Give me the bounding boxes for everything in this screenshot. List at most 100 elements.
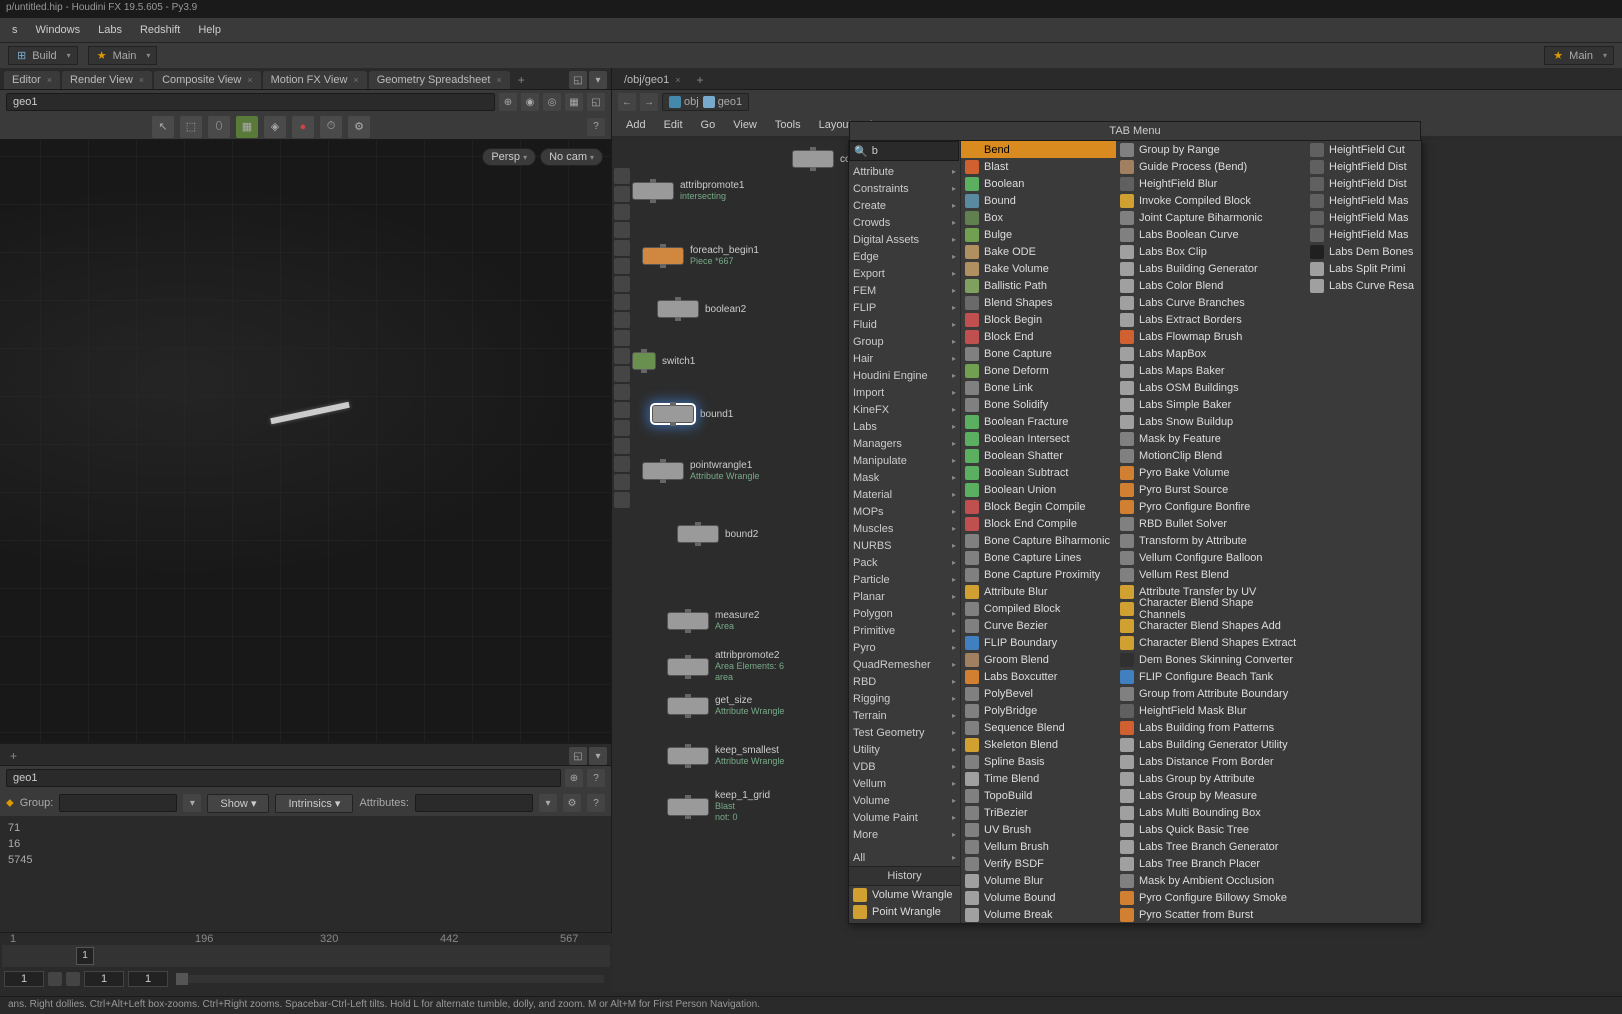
operator-item[interactable]: Bake ODE: [961, 243, 1116, 260]
category-item[interactable]: Constraints: [849, 180, 960, 197]
operator-item[interactable]: HeightField Mask Blur: [1116, 702, 1306, 719]
operator-item[interactable]: HeightField Cut: [1306, 141, 1421, 158]
close-icon[interactable]: ×: [47, 75, 52, 85]
operator-item[interactable]: Boolean Fracture: [961, 413, 1116, 430]
operator-item[interactable]: HeightField Dist: [1306, 175, 1421, 192]
operator-item[interactable]: TopoBuild: [961, 787, 1116, 804]
main-right-dropdown[interactable]: ★Main: [1544, 46, 1614, 65]
operator-item[interactable]: Boolean Shatter: [961, 447, 1116, 464]
operator-item[interactable]: Character Blend Shape Channels: [1116, 600, 1306, 617]
pane-menu-icon[interactable]: ▾: [589, 71, 607, 89]
pen-icon[interactable]: [614, 366, 630, 382]
operator-item[interactable]: Labs Color Blend: [1116, 277, 1306, 294]
operator-item[interactable]: Labs Building from Patterns: [1116, 719, 1306, 736]
tab-composite[interactable]: Composite View×: [154, 71, 261, 89]
operator-item[interactable]: Bake Volume: [961, 260, 1116, 277]
category-item[interactable]: Polygon: [849, 605, 960, 622]
operator-item[interactable]: Groom Blend: [961, 651, 1116, 668]
sticky-icon[interactable]: [614, 204, 630, 220]
category-item[interactable]: More: [849, 826, 960, 843]
operator-item[interactable]: Labs Snow Buildup: [1116, 413, 1306, 430]
category-item[interactable]: Volume Paint: [849, 809, 960, 826]
category-item[interactable]: NURBS: [849, 537, 960, 554]
operator-item[interactable]: Bone Link: [961, 379, 1116, 396]
category-item[interactable]: Volume: [849, 792, 960, 809]
light-icon[interactable]: ◎: [543, 93, 561, 111]
camera-icon[interactable]: ◉: [521, 93, 539, 111]
net-menu-tools[interactable]: Tools: [767, 116, 809, 134]
table-row[interactable]: 71: [8, 820, 603, 836]
operator-item[interactable]: Compiled Block: [961, 600, 1116, 617]
category-item[interactable]: Pack: [849, 554, 960, 571]
category-item[interactable]: Edge: [849, 248, 960, 265]
tab-motionfx[interactable]: Motion FX View×: [263, 71, 367, 89]
align-icon[interactable]: [614, 312, 630, 328]
menu-help[interactable]: Help: [190, 21, 229, 39]
operator-item[interactable]: Bone Capture Biharmonic: [961, 532, 1116, 549]
comment-icon[interactable]: [614, 276, 630, 292]
tab-geoss[interactable]: Geometry Spreadsheet×: [369, 71, 510, 89]
ss-maximize-icon[interactable]: ◱: [569, 747, 587, 765]
history-item[interactable]: Volume Wrangle: [849, 886, 960, 903]
operator-item[interactable]: Bound: [961, 192, 1116, 209]
record-icon[interactable]: ●: [292, 116, 314, 138]
table-row[interactable]: 16: [8, 836, 603, 852]
operator-item[interactable]: Pyro Configure Bonfire: [1116, 498, 1306, 515]
operator-item[interactable]: Time Blend: [961, 770, 1116, 787]
operator-item[interactable]: Labs Tree Branch Generator: [1116, 838, 1306, 855]
operator-item[interactable]: HeightField Blur: [1116, 175, 1306, 192]
snapshot-icon[interactable]: ◱: [587, 93, 605, 111]
operator-item[interactable]: HeightField Mas: [1306, 192, 1421, 209]
operator-item[interactable]: Curve Bezier: [961, 617, 1116, 634]
help-icon[interactable]: ?: [587, 118, 605, 136]
operator-item[interactable]: Labs Building Generator: [1116, 260, 1306, 277]
find-icon[interactable]: [614, 402, 630, 418]
operator-item[interactable]: Dem Bones Skinning Converter: [1116, 651, 1306, 668]
node[interactable]: keep_1_gridBlastnot: 0: [667, 790, 770, 823]
build-dropdown[interactable]: ⊞Build: [8, 46, 78, 65]
operator-item[interactable]: HeightField Dist: [1306, 158, 1421, 175]
operator-item[interactable]: Labs Curve Branches: [1116, 294, 1306, 311]
category-item[interactable]: Import: [849, 384, 960, 401]
operator-item[interactable]: Labs Boxcutter: [961, 668, 1116, 685]
frame-in-input[interactable]: [84, 971, 124, 987]
operator-item[interactable]: Bulge: [961, 226, 1116, 243]
operator-item[interactable]: Bone Capture Proximity: [961, 566, 1116, 583]
table-row[interactable]: 5745: [8, 852, 603, 868]
category-item[interactable]: RBD: [849, 673, 960, 690]
grid-snap-icon[interactable]: [614, 168, 630, 184]
operator-item[interactable]: Labs Flowmap Brush: [1116, 328, 1306, 345]
operator-item[interactable]: Boolean Union: [961, 481, 1116, 498]
category-item[interactable]: VDB: [849, 758, 960, 775]
operator-item[interactable]: RBD Bullet Solver: [1116, 515, 1306, 532]
ss-pin-icon[interactable]: ⊕: [565, 769, 583, 787]
category-item[interactable]: Material: [849, 486, 960, 503]
timeline-cursor[interactable]: 1: [76, 947, 94, 965]
operator-item[interactable]: Vellum Brush: [961, 838, 1116, 855]
operator-item[interactable]: Joint Capture Biharmonic: [1116, 209, 1306, 226]
tab-editor[interactable]: Editor×: [4, 71, 60, 89]
operator-item[interactable]: FLIP Configure Beach Tank: [1116, 668, 1306, 685]
netbox-icon[interactable]: [614, 222, 630, 238]
operator-item[interactable]: Labs Dem Bones: [1306, 243, 1421, 260]
node[interactable]: foreach_begin1Piece *667: [642, 245, 759, 267]
node[interactable]: attribpromote1intersecting: [632, 180, 744, 202]
operator-item[interactable]: Labs Group by Attribute: [1116, 770, 1306, 787]
select-tool-icon[interactable]: ↖: [152, 116, 174, 138]
desktop-dropdown[interactable]: ★Main: [88, 46, 158, 65]
operator-item[interactable]: Labs Curve Resa: [1306, 277, 1421, 294]
operator-item[interactable]: Block End: [961, 328, 1116, 345]
home-icon[interactable]: [614, 438, 630, 454]
flag-icon[interactable]: [614, 294, 630, 310]
category-item[interactable]: FEM: [849, 282, 960, 299]
category-item[interactable]: Manipulate: [849, 452, 960, 469]
add-ss-tab-icon[interactable]: +: [4, 747, 23, 765]
operator-item[interactable]: Blast: [961, 158, 1116, 175]
operator-item[interactable]: Labs Distance From Border: [1116, 753, 1306, 770]
category-item[interactable]: Planar: [849, 588, 960, 605]
play-back-icon[interactable]: [66, 972, 80, 986]
lock-icon[interactable]: [614, 186, 630, 202]
category-item[interactable]: Managers: [849, 435, 960, 452]
gear-icon[interactable]: ⚙: [348, 116, 370, 138]
shape-icon[interactable]: [614, 258, 630, 274]
